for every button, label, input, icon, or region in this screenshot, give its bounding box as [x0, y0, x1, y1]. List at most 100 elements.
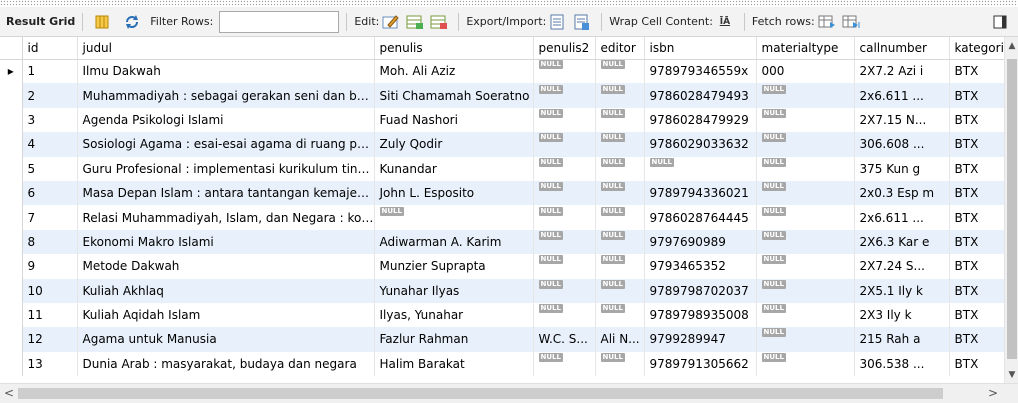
cell-isbn[interactable]: 9793465352: [644, 254, 757, 279]
cell-materialtype[interactable]: NULL: [756, 302, 855, 328]
cell-isbn[interactable]: 9786028764445: [644, 205, 757, 230]
row-marker[interactable]: [0, 278, 23, 303]
column-header-materialtype[interactable]: materialtype: [756, 37, 855, 60]
cell-kategori[interactable]: BTX: [949, 278, 1005, 303]
cell-editor[interactable]: NULL: [595, 132, 645, 157]
cell-judul[interactable]: Kuliah Akhlaq: [77, 278, 375, 303]
cell-penulis[interactable]: Kunandar: [374, 156, 534, 181]
scroll-right-icon[interactable]: >: [988, 386, 998, 400]
cell-penulis[interactable]: Zuly Qodir: [374, 132, 534, 157]
column-header-id[interactable]: id: [22, 37, 78, 60]
cell-penulis[interactable]: Yunahar Ilyas: [374, 278, 534, 303]
cell-callnumber[interactable]: 215 Rah a: [854, 327, 950, 352]
grid-view-icon[interactable]: [92, 12, 112, 32]
cell-isbn[interactable]: NULL: [644, 156, 757, 181]
cell-id[interactable]: 9: [22, 254, 78, 279]
cell-editor[interactable]: NULL: [595, 180, 645, 206]
cell-materialtype[interactable]: NULL: [756, 229, 855, 255]
cell-isbn[interactable]: 9797690989: [644, 229, 757, 255]
cell-penulis[interactable]: John L. Esposito: [374, 180, 534, 206]
row-marker[interactable]: [0, 205, 23, 230]
cell-id[interactable]: 7: [22, 205, 78, 230]
cell-id[interactable]: 6: [22, 180, 78, 206]
scroll-up-icon[interactable]: ▲: [1007, 40, 1017, 52]
cell-editor[interactable]: NULL: [595, 59, 645, 84]
cell-penulis2[interactable]: NULL: [533, 205, 596, 230]
cell-penulis2[interactable]: NULL: [533, 254, 596, 279]
export-icon[interactable]: [548, 12, 568, 32]
cell-callnumber[interactable]: 2x6.611 ...: [854, 83, 950, 108]
row-marker[interactable]: [0, 180, 23, 206]
cell-penulis2[interactable]: NULL: [533, 132, 596, 157]
row-marker[interactable]: [0, 132, 23, 157]
table-row[interactable]: 5 Guru Profesional : implementasi kurikul…: [0, 156, 1005, 181]
cell-materialtype[interactable]: NULL: [756, 351, 855, 377]
cell-id[interactable]: 2: [22, 83, 78, 108]
cell-materialtype[interactable]: NULL: [756, 278, 855, 303]
cell-penulis[interactable]: Munzier Suprapta: [374, 254, 534, 279]
cell-kategori[interactable]: BTX: [949, 351, 1005, 377]
cell-isbn[interactable]: 978979346559x: [644, 59, 757, 84]
cell-kategori[interactable]: BTX: [949, 254, 1005, 279]
table-row[interactable]: 7 Relasi Muhammadiyah, Islam, dan Negara …: [0, 205, 1005, 230]
table-row[interactable]: 9 Metode Dakwah Munzier Suprapta NULL NULL 97…: [0, 254, 1005, 279]
row-marker[interactable]: [0, 302, 23, 328]
cell-editor[interactable]: NULL: [595, 205, 645, 230]
cell-penulis2[interactable]: NULL: [533, 83, 596, 108]
column-header-editor[interactable]: editor: [595, 37, 645, 60]
table-row[interactable]: 6 Masa Depan Islam : antara tantangan kem…: [0, 180, 1005, 206]
cell-isbn[interactable]: 9799289947: [644, 327, 757, 352]
cell-id[interactable]: 13: [22, 351, 78, 377]
cell-kategori[interactable]: BTX: [949, 83, 1005, 108]
cell-id[interactable]: 5: [22, 156, 78, 181]
column-header-kategori[interactable]: kategori: [949, 37, 1005, 60]
toggle-panel-icon[interactable]: [990, 12, 1010, 32]
vertical-scroll-thumb[interactable]: [1007, 59, 1017, 359]
cell-judul[interactable]: Kuliah Aqidah Islam: [77, 302, 375, 328]
cell-penulis2[interactable]: W.C. S...: [533, 327, 596, 352]
cell-callnumber[interactable]: 2X5.1 Ily k: [854, 278, 950, 303]
cell-callnumber[interactable]: 306.608 ...: [854, 132, 950, 157]
row-marker[interactable]: [0, 254, 23, 279]
cell-callnumber[interactable]: 2x6.611 ...: [854, 205, 950, 230]
cell-judul[interactable]: Agama untuk Manusia: [77, 327, 375, 352]
scroll-left-icon[interactable]: <: [4, 386, 14, 400]
cell-kategori[interactable]: BTX: [949, 302, 1005, 328]
cell-kategori[interactable]: BTX: [949, 327, 1005, 352]
delete-row-icon[interactable]: [429, 12, 449, 32]
cell-judul[interactable]: Relasi Muhammadiyah, Islam, dan Negara :…: [77, 205, 375, 230]
row-marker[interactable]: [0, 156, 23, 181]
row-marker[interactable]: [0, 327, 23, 352]
cell-materialtype[interactable]: NULL: [756, 327, 855, 352]
cell-callnumber[interactable]: 2X7.2 Azi i: [854, 59, 950, 84]
result-grid-tab[interactable]: Result Grid: [6, 7, 75, 36]
table-row[interactable]: 3 Agenda Psikologi Islami Fuad Nashori NULL…: [0, 107, 1005, 133]
column-header-callnumber[interactable]: callnumber: [854, 37, 950, 60]
cell-editor[interactable]: NULL: [595, 107, 645, 133]
edit-row-icon[interactable]: [381, 12, 401, 32]
cell-editor[interactable]: NULL: [595, 156, 645, 181]
cell-kategori[interactable]: BTX: [949, 107, 1005, 133]
cell-callnumber[interactable]: 306.538 ...: [854, 351, 950, 377]
cell-isbn[interactable]: 9786028479929: [644, 107, 757, 133]
cell-callnumber[interactable]: 375 Kun g: [854, 156, 950, 181]
cell-penulis[interactable]: NULL: [374, 205, 534, 230]
cell-penulis[interactable]: Ilyas, Yunahar: [374, 302, 534, 328]
cell-callnumber[interactable]: 2X6.3 Kar e: [854, 229, 950, 255]
cell-kategori[interactable]: BTX: [949, 205, 1005, 230]
cell-kategori[interactable]: BTX: [949, 132, 1005, 157]
cell-penulis2[interactable]: NULL: [533, 229, 596, 255]
cell-callnumber[interactable]: 2X3 Ily k: [854, 302, 950, 328]
cell-editor[interactable]: NULL: [595, 302, 645, 328]
table-row[interactable]: 8 Ekonomi Makro Islami Adiwarman A. Karim N…: [0, 229, 1005, 255]
cell-penulis[interactable]: Fuad Nashori: [374, 107, 534, 133]
cell-penulis2[interactable]: NULL: [533, 156, 596, 181]
cell-editor[interactable]: NULL: [595, 351, 645, 377]
cell-judul[interactable]: Metode Dakwah: [77, 254, 375, 279]
refresh-icon[interactable]: [122, 12, 142, 32]
cell-materialtype[interactable]: 000: [756, 59, 855, 84]
table-row[interactable]: ▸ 1 Ilmu Dakwah Moh. Ali Aziz NULL NULL 978979…: [0, 59, 1005, 84]
cell-id[interactable]: 10: [22, 278, 78, 303]
cell-kategori[interactable]: BTX: [949, 156, 1005, 181]
cell-callnumber[interactable]: 2X7.15 N...: [854, 107, 950, 133]
